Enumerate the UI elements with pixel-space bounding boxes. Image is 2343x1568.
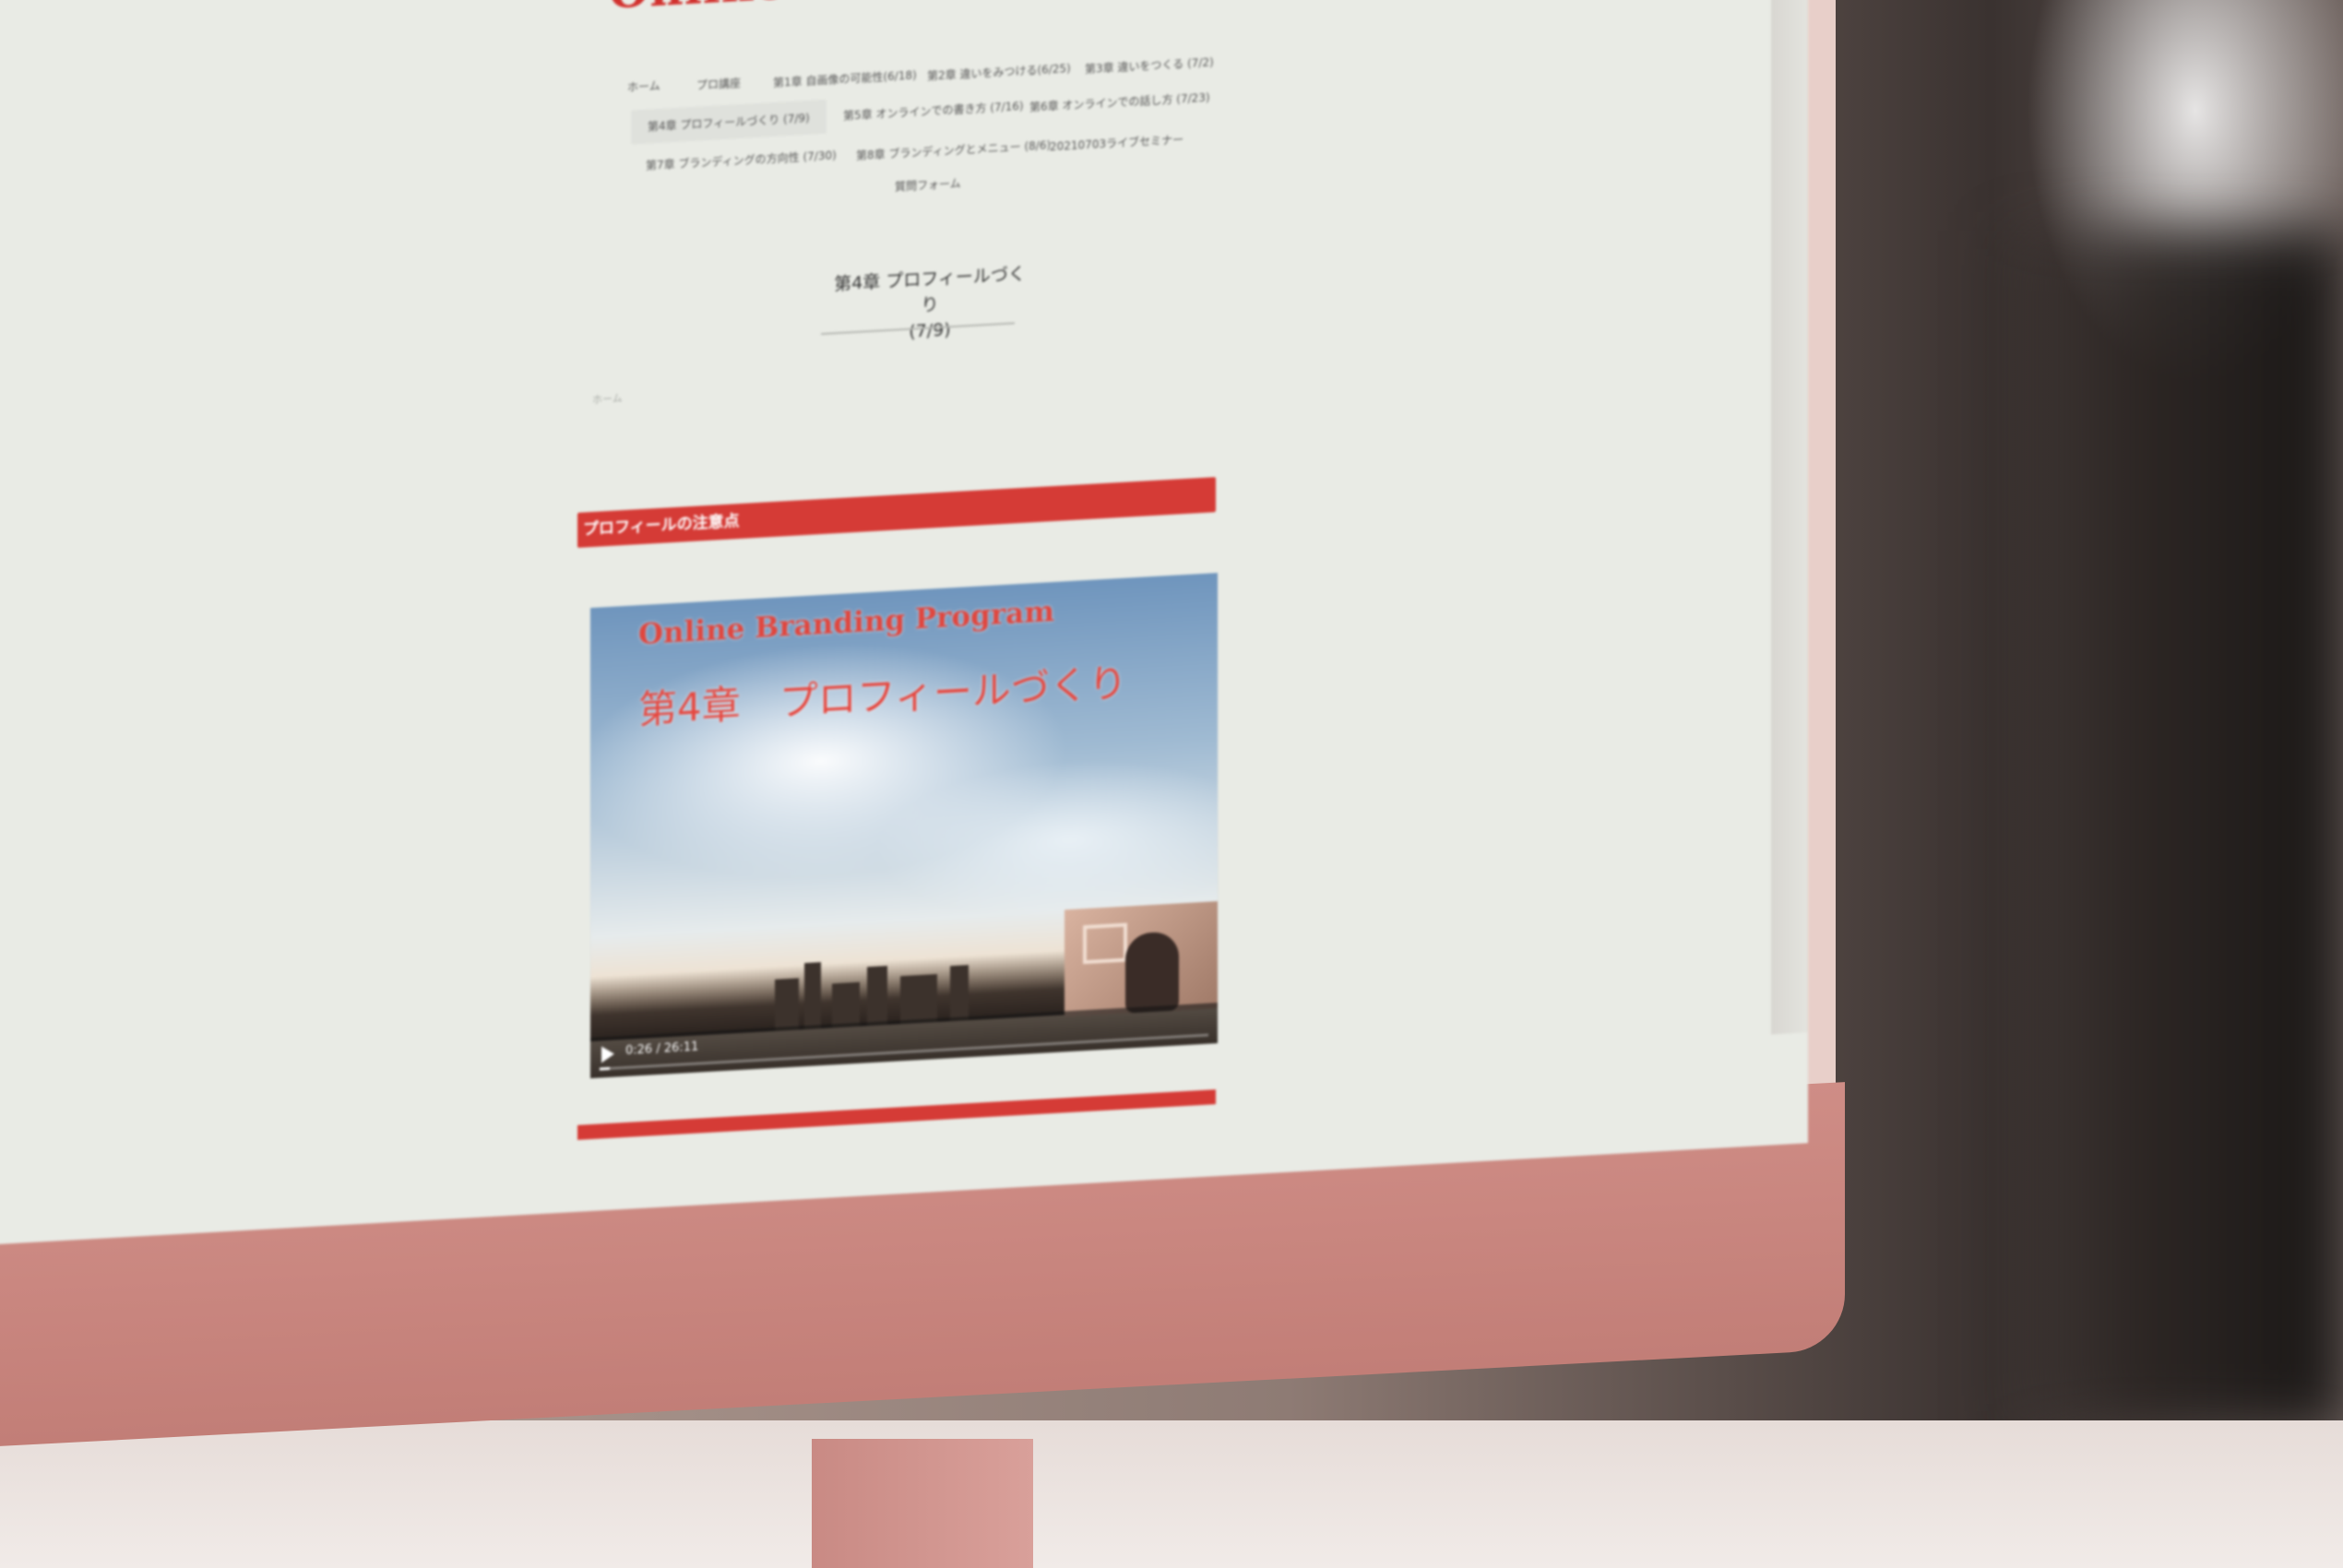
presenter-inset [1064, 901, 1218, 1017]
video-time: 0:26 / 26:11 [625, 1039, 699, 1058]
breadcrumb[interactable]: ホーム [592, 390, 623, 407]
building-shape [775, 978, 799, 1031]
nav-item-question-form[interactable]: 質問フォーム [895, 175, 961, 195]
building-shape [804, 962, 821, 1030]
nav-item-chapter-8[interactable]: 第8章 ブランディングとメニュー (8/6) [856, 137, 1051, 163]
building-shape [832, 981, 860, 1028]
nav-item-home[interactable]: ホーム [627, 77, 660, 95]
web-page: Online Branding Program ホーム プロ講座 第1章 自画像… [0, 0, 1808, 1245]
building-shape [867, 966, 887, 1027]
desk-surface [0, 1420, 2343, 1568]
section-heading: プロフィールの注意点 [577, 477, 1216, 548]
nav-item-pro-course[interactable]: プロ講座 [696, 75, 741, 93]
progress-fill [600, 1066, 611, 1071]
monitor-stand [812, 1439, 1033, 1568]
building-shape [900, 974, 937, 1025]
section-divider-bar [577, 1089, 1216, 1140]
play-icon[interactable] [601, 1045, 614, 1063]
nav-item-chapter-3[interactable]: 第3章 違いをつくる (7/2) [1085, 53, 1214, 77]
nav-item-chapter-4[interactable]: 第4章 プロフィールづくり (7/9) [631, 99, 827, 145]
nav-item-chapter-6[interactable]: 第6章 オンラインでの話し方 (7/23) [1029, 89, 1210, 115]
nav-item-chapter-1[interactable]: 第1章 自画像の可能性(6/18) [773, 66, 917, 90]
video-player[interactable]: Online Branding Program 第4章 プロフィールづくり 0:… [590, 573, 1218, 1079]
page-title: 第4章 プロフィールづくり (7/9) [828, 260, 1031, 349]
background-shadow [1983, 231, 2343, 1430]
main-nav: ホーム プロ講座 第1章 自画像の可能性(6/18) 第2章 違いをみつける(6… [609, 45, 1236, 193]
picture-frame [1083, 922, 1127, 965]
nav-item-chapter-2[interactable]: 第2章 違いをみつける(6/25) [927, 60, 1071, 84]
building-shape [950, 965, 969, 1022]
nav-item-live-seminar[interactable]: 20210703ライブセミナー [1050, 131, 1183, 154]
presenter [1125, 931, 1179, 1014]
nav-item-chapter-5[interactable]: 第5章 オンラインでの書き方 (7/16) [843, 98, 1024, 124]
screen-edge-glare [1771, 0, 1808, 1035]
site-title[interactable]: Online Branding Program [609, 0, 1531, 19]
nav-item-chapter-7[interactable]: 第7章 ブランディングの方向性 (7/30) [646, 147, 837, 173]
monitor-screen: Online Branding Program ホーム プロ講座 第1章 自画像… [0, 0, 1808, 1246]
